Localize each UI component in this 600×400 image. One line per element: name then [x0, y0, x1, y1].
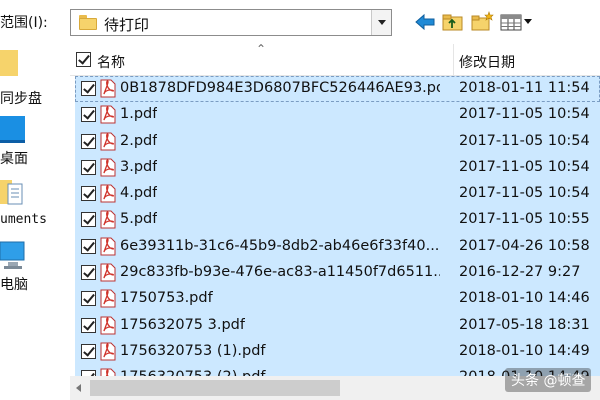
file-modified-date: 2016-12-27 9:27: [459, 264, 581, 281]
look-in-dropdown[interactable]: 待打印: [70, 9, 392, 36]
pdf-file-icon: [100, 342, 116, 361]
pdf-file-icon: [100, 158, 116, 177]
pdf-file-icon: [100, 289, 116, 308]
pdf-file-icon: [100, 105, 116, 124]
nav-item-label: 同步盘: [0, 91, 42, 107]
file-name: 6e39311b-31c6-45b9-8db2-ab46e6f33f40....: [120, 237, 440, 254]
file-modified-date: 2017-05-18 18:31: [459, 316, 590, 333]
row-checkbox[interactable]: [81, 133, 96, 149]
file-modified-date: 2017-11-05 10:54: [459, 106, 590, 123]
file-name: 3.pdf: [120, 158, 158, 175]
back-arrow-icon[interactable]: [413, 11, 437, 33]
nav-item-label: 电脑: [0, 277, 28, 293]
column-header-name[interactable]: 名称: [97, 52, 125, 72]
table-row[interactable]: 0B1878DFD984E3D6807BFC526446AE93.pdf 2018…: [75, 76, 600, 103]
file-modified-date: 2017-11-05 10:54: [459, 132, 590, 149]
navigation-pane: 同步盘 桌面 uments 电脑: [0, 44, 68, 400]
desktop-icon: [0, 114, 26, 148]
table-row[interactable]: 1.pdf 2017-11-05 10:54: [75, 102, 600, 129]
file-modified-date: 2017-04-26 10:58: [459, 237, 590, 254]
table-row[interactable]: 6e39311b-31c6-45b9-8db2-ab46e6f33f40....…: [75, 233, 600, 261]
row-checkbox[interactable]: [81, 265, 96, 281]
scrollbar-thumb[interactable]: [90, 380, 340, 396]
row-checkbox[interactable]: [81, 159, 96, 175]
view-menu-icon[interactable]: [500, 11, 534, 33]
file-modified-date: 2018-01-10 14:49: [459, 342, 590, 359]
documents-icon: [0, 178, 28, 212]
look-in-label: 范围(I):: [0, 15, 48, 31]
file-rows: 0B1878DFD984E3D6807BFC526446AE93.pdf 2018…: [75, 76, 600, 392]
up-folder-icon[interactable]: [441, 11, 465, 33]
row-checkbox[interactable]: [81, 81, 96, 96]
file-modified-date: 2017-11-05 10:55: [459, 211, 590, 228]
column-header-date[interactable]: 修改日期: [459, 52, 515, 72]
pdf-file-icon: [100, 263, 116, 282]
chevron-down-icon[interactable]: [371, 10, 391, 35]
file-modified-date: 2018-01-11 11:54: [459, 80, 590, 96]
scroll-left-icon[interactable]: [76, 384, 81, 392]
file-modified-date: 2017-11-05 10:54: [459, 185, 590, 202]
look-in-bar: 范围(I): 待打印: [0, 0, 600, 44]
table-row[interactable]: 1750753.pdf 2018-01-10 14:46: [75, 286, 600, 313]
row-checkbox[interactable]: [81, 238, 96, 254]
nav-item-label: uments: [0, 212, 47, 227]
table-row[interactable]: 5.pdf 2017-11-05 10:55: [75, 207, 600, 234]
table-row[interactable]: 3.pdf 2017-11-05 10:54: [75, 154, 600, 182]
file-name: 4.pdf: [120, 185, 158, 202]
folder-icon: [79, 15, 97, 30]
file-name: 1750753.pdf: [120, 290, 213, 307]
nav-item-label: 桌面: [0, 151, 28, 167]
pdf-file-icon: [100, 79, 116, 98]
table-row[interactable]: 1756320753 (1).pdf 2018-01-10 14:49: [75, 338, 600, 366]
look-in-value: 待打印: [104, 16, 150, 34]
file-name: 1756320753 (1).pdf: [120, 342, 266, 359]
pdf-file-icon: [100, 237, 116, 256]
row-checkbox[interactable]: [81, 212, 96, 228]
pdf-file-icon: [100, 132, 116, 151]
new-folder-icon[interactable]: [470, 11, 494, 33]
table-row[interactable]: 4.pdf 2017-11-05 10:54: [75, 181, 600, 208]
row-checkbox[interactable]: [81, 317, 96, 333]
column-divider[interactable]: [453, 44, 454, 76]
file-name: 5.pdf: [120, 211, 158, 228]
list-header: 名称 ⌃ 修改日期: [70, 42, 600, 76]
file-list: 名称 ⌃ 修改日期 0B1878DFD984E3D6807BFC526446AE…: [70, 42, 600, 392]
select-all-checkbox[interactable]: [76, 52, 91, 67]
table-row[interactable]: 175632075 3.pdf 2017-05-18 18:31: [75, 312, 600, 339]
table-row[interactable]: 2.pdf 2017-11-05 10:54: [75, 128, 600, 155]
file-name: 0B1878DFD984E3D6807BFC526446AE93.pdf: [120, 80, 440, 96]
pdf-file-icon: [100, 210, 116, 229]
file-name: 175632075 3.pdf: [120, 316, 245, 333]
watermark: 头条 @顿查: [505, 368, 592, 392]
file-modified-date: 2017-11-05 10:54: [459, 158, 590, 175]
file-name: 29c833fb-b93e-476e-ac83-a11450f7d6511...…: [120, 264, 440, 281]
row-checkbox[interactable]: [81, 343, 96, 359]
file-name: 1.pdf: [120, 106, 158, 123]
table-row[interactable]: 29c833fb-b93e-476e-ac83-a11450f7d6511...…: [75, 260, 600, 287]
pdf-file-icon: [100, 184, 116, 203]
computer-icon: [0, 240, 28, 276]
row-checkbox[interactable]: [81, 186, 96, 202]
pdf-file-icon: [100, 316, 116, 335]
folder-icon: [0, 48, 20, 82]
file-name: 2.pdf: [120, 132, 158, 149]
row-checkbox[interactable]: [81, 107, 96, 123]
file-modified-date: 2018-01-10 14:46: [459, 290, 590, 307]
sort-ascending-icon: ⌃: [256, 42, 267, 56]
row-checkbox[interactable]: [81, 291, 96, 307]
